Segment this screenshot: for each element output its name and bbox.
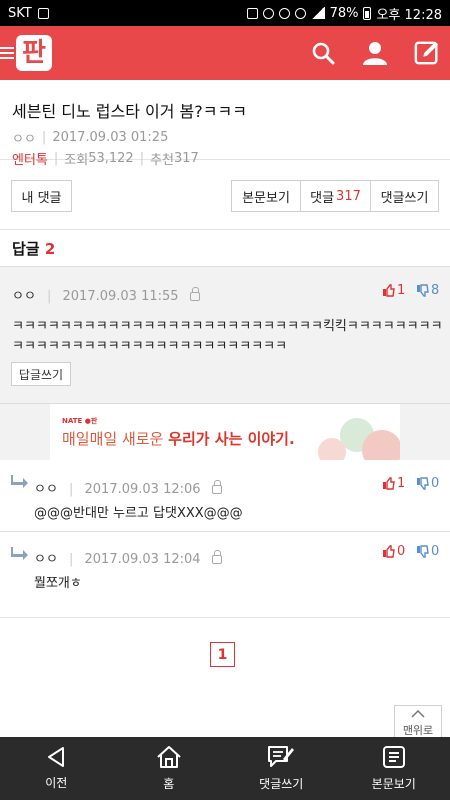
ad-text-prefix: 매일매일 새로운	[62, 430, 169, 448]
comment-body-line: ㅋㅋㅋㅋㅋㅋㅋㅋㅋㅋㅋㅋㅋㅋㅋㅋㅋㅋㅋㅋㅋㅋㅋ	[12, 339, 288, 354]
document-icon	[382, 746, 405, 768]
comments-label: 댓글	[310, 190, 335, 206]
clock: 오후 12:28	[376, 7, 442, 23]
write-comment-button[interactable]: 댓글쓰기	[370, 180, 439, 212]
carrier-label: SKT	[8, 5, 32, 21]
nav-view-post[interactable]: 본문보기	[338, 737, 450, 800]
ad-banner[interactable]: NATE ●판 매일매일 새로운 우리가 사는 이야기.	[50, 404, 400, 460]
nav-home[interactable]: 홈	[113, 737, 226, 800]
downvote-count: 0	[431, 544, 440, 559]
reply-author: ㅇㅇ	[34, 552, 58, 567]
thumbs-down-icon	[417, 284, 429, 297]
user-icon[interactable]	[362, 40, 388, 66]
home-icon	[157, 746, 181, 768]
reply-arrow-icon	[11, 547, 28, 560]
reply-datetime: 2017.09.03 12:04	[84, 552, 201, 567]
post-header: 세븐틴 디노 럽스타 이거 봄?ㅋㅋㅋ ㅇㅇ | 2017.09.03 01:2…	[0, 80, 450, 168]
ad-brand: NATE ●판	[62, 417, 98, 425]
chevron-up-icon	[411, 710, 425, 718]
reply-item: ㅇㅇ | 2017.09.03 12:04 0 0 뭘쪼개ㅎ	[0, 532, 450, 618]
downvote-button[interactable]: 0	[416, 476, 439, 491]
upvote-count: 1	[397, 476, 406, 491]
upvote-button[interactable]: 0	[382, 544, 405, 559]
bottom-navigation: 이전 홈 댓글쓰기 본문보기	[0, 737, 450, 800]
nav-write-comment[interactable]: 댓글쓰기	[225, 737, 338, 800]
comment-write-icon	[268, 746, 295, 767]
reply-arrow-icon	[11, 475, 28, 488]
thumbs-down-icon	[417, 545, 429, 558]
page-number-label: 1	[217, 646, 228, 663]
comments-count: 317	[336, 188, 361, 204]
write-comment-label: 댓글쓰기	[380, 190, 429, 206]
wifi-icon	[294, 7, 306, 19]
reply-write-label: 답글쓰기	[18, 367, 64, 382]
reply-datetime: 2017.09.03 12:06	[84, 482, 201, 497]
menu-icon[interactable]	[0, 47, 14, 59]
ad-text-highlight: 우리가 사는 이야기.	[168, 430, 295, 448]
ad-banner-container: NATE ●판 매일매일 새로운 우리가 사는 이야기.	[0, 404, 450, 460]
lock-icon	[189, 287, 200, 301]
sync-icon	[262, 7, 274, 19]
back-arrow-icon	[48, 747, 65, 767]
downvote-count: 0	[431, 476, 440, 491]
comments-button[interactable]: 댓글 317	[300, 180, 371, 212]
scroll-to-top-label: 맨위로	[402, 724, 434, 737]
battery-saver-icon	[246, 7, 258, 19]
my-comments-button[interactable]: 내 댓글	[11, 180, 72, 212]
search-icon[interactable]	[310, 40, 336, 66]
comment-author: ㅇㅇ	[12, 289, 36, 304]
view-post-button[interactable]: 본문보기	[231, 180, 301, 212]
parent-comment: ㅇㅇ | 2017.09.03 11:55 1 8 ㅋㅋㅋㅋㅋㅋㅋㅋㅋㅋㅋㅋㅋㅋ…	[0, 266, 450, 404]
status-bar: SKT 78% 오후 12:28	[0, 0, 450, 26]
downvote-button[interactable]: 0	[416, 544, 439, 559]
post-title: 세븐틴 디노 럽스타 이거 봄?ㅋㅋㅋ	[12, 102, 247, 121]
thumbs-up-icon	[383, 284, 395, 297]
battery-icon	[363, 6, 372, 20]
signal-icon	[310, 7, 325, 19]
thumbs-down-icon	[417, 477, 429, 490]
nav-write-comment-label: 댓글쓰기	[259, 777, 304, 791]
view-post-label: 본문보기	[242, 190, 290, 206]
downvote-count: 8	[431, 283, 440, 298]
reply-item: ㅇㅇ | 2017.09.03 12:06 1 0 @@@반대만 누르고 답댓X…	[0, 460, 450, 532]
pann-logo[interactable]: 판	[16, 35, 52, 71]
reply-count: 2	[44, 240, 56, 258]
battery-percent: 78%	[329, 5, 359, 21]
logo-text: 판	[22, 38, 46, 68]
reply-body: @@@반대만 누르고 답댓XXX@@@	[34, 506, 243, 521]
reply-label: 답글	[12, 240, 40, 258]
reply-author: ㅇㅇ	[34, 482, 58, 497]
page-number-current[interactable]: 1	[210, 642, 235, 667]
lock-icon	[211, 480, 222, 494]
nav-back-label: 이전	[45, 776, 68, 790]
notification-icon	[37, 7, 49, 19]
downvote-button[interactable]: 8	[416, 283, 439, 298]
nav-home-label: 홈	[163, 777, 175, 791]
upvote-count: 1	[397, 283, 406, 298]
nav-back[interactable]: 이전	[0, 737, 113, 800]
app-header: 판	[0, 26, 450, 80]
comment-body: ㅋㅋㅋㅋㅋㅋㅋㅋㅋㅋㅋㅋㅋㅋㅋㅋㅋㅋㅋㅋㅋㅋㅋㅋㅋㅋ킥킥ㅋㅋㅋㅋㅋㅋㅋㅋ ㅋㅋㅋ…	[12, 317, 442, 357]
nav-view-post-label: 본문보기	[371, 777, 416, 791]
lock-icon	[211, 550, 222, 564]
comment-datetime: 2017.09.03 11:55	[62, 289, 179, 304]
reply-body: 뭘쪼개ㅎ	[34, 576, 82, 591]
reply-count-heading: 답글 2	[12, 238, 55, 259]
comment-body-line: ㅋㅋㅋㅋㅋㅋㅋㅋㅋㅋㅋㅋㅋㅋㅋㅋㅋㅋㅋㅋㅋㅋㅋㅋㅋㅋ킥킥ㅋㅋㅋㅋㅋㅋㅋㅋ	[12, 319, 442, 334]
upvote-button[interactable]: 1	[382, 283, 405, 298]
my-comments-label: 내 댓글	[21, 190, 62, 206]
thumbs-up-icon	[383, 477, 395, 490]
upvote-count: 0	[397, 544, 406, 559]
upvote-button[interactable]: 1	[382, 476, 405, 491]
write-post-icon[interactable]	[414, 40, 440, 66]
ad-text: 매일매일 새로운 우리가 사는 이야기.	[62, 428, 295, 449]
comment-toolbar: 내 댓글 본문보기 댓글 317 댓글쓰기	[0, 160, 450, 230]
thumbs-up-icon	[383, 545, 395, 558]
ad-balloon-decoration	[318, 438, 346, 460]
ad-balloon-decoration	[362, 430, 400, 460]
post-author: ㅇㅇ	[12, 132, 36, 147]
reply-write-button[interactable]: 답글쓰기	[11, 362, 71, 386]
post-datetime: 2017.09.03 01:25	[52, 130, 169, 145]
alarm-icon	[278, 7, 290, 19]
